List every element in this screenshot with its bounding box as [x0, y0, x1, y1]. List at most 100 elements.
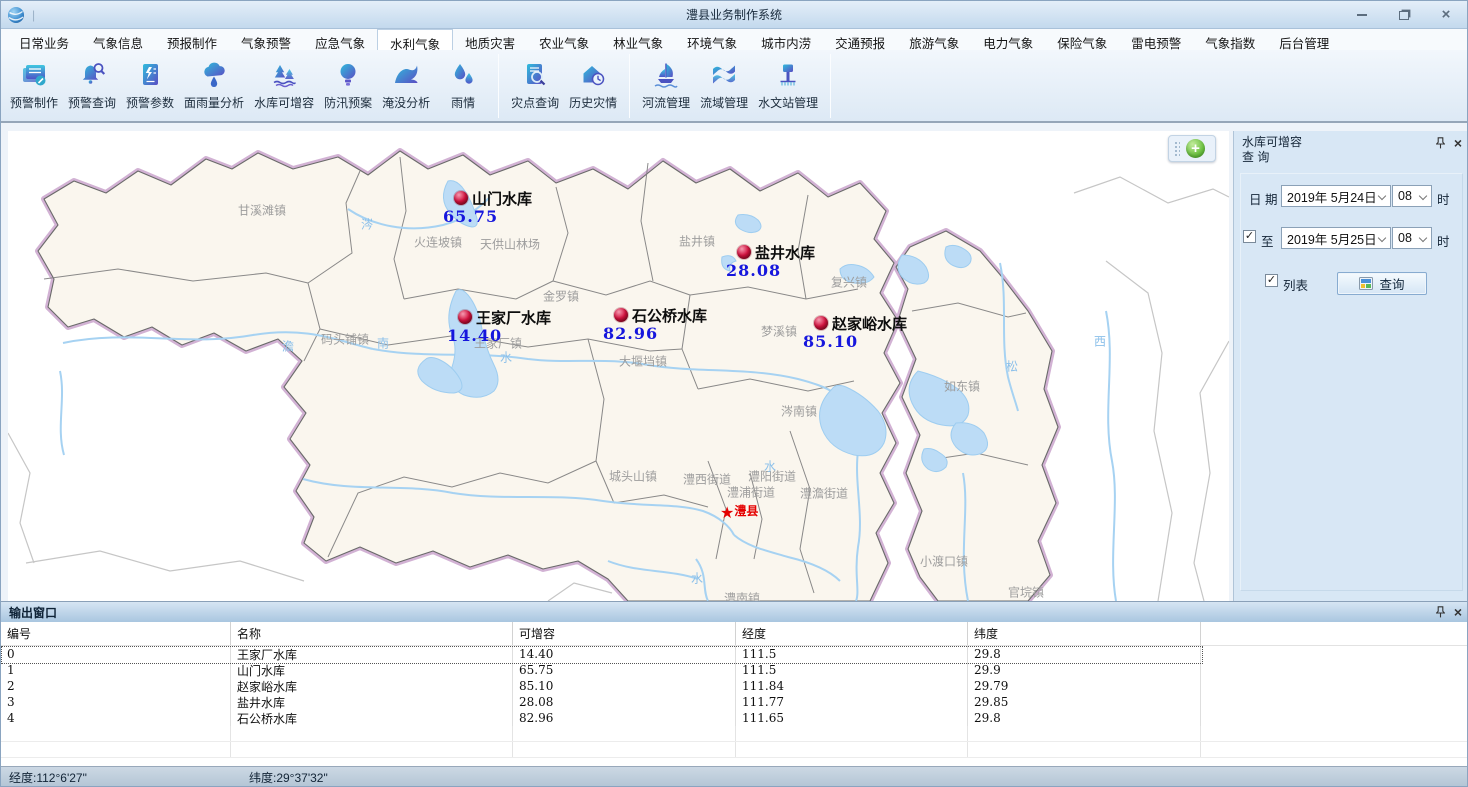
reservoir-dot-icon: [458, 310, 472, 324]
town-label: 火连坡镇: [414, 234, 462, 251]
minimize-button[interactable]: [1349, 5, 1375, 25]
cell-name: 山门水库: [231, 662, 513, 678]
restore-button[interactable]: [1391, 5, 1417, 25]
column-header[interactable]: 经度: [736, 622, 968, 645]
table-row[interactable]: 1 山门水库 65.75 111.5 29.9: [1, 662, 1468, 678]
cell-empty: [1201, 662, 1468, 678]
toolbar-history-disaster[interactable]: 历史灾情: [564, 53, 622, 119]
cell-empty: [1201, 694, 1468, 710]
map-canvas[interactable]: 甘溪滩镇 火连坡镇 天供山林场 金罗镇 盐井镇 复兴镇 码头铺镇 王家厂镇 大堰…: [8, 131, 1229, 601]
cell-name: 赵家峪水库: [231, 678, 513, 694]
column-header[interactable]: 编号: [1, 622, 231, 645]
panel-title-line2: 查 询: [1242, 150, 1461, 165]
column-header[interactable]: 可增容: [513, 622, 736, 645]
menu-item[interactable]: 气象指数: [1193, 29, 1267, 50]
table-row[interactable]: 2 赵家峪水库 85.10 111.84 29.79: [1, 678, 1468, 694]
toolbar-disaster-search[interactable]: 灾点查询: [506, 53, 564, 119]
hour-to-value: 08: [1398, 231, 1412, 245]
close-button[interactable]: ×: [1433, 5, 1459, 25]
toolbar-label: 灾点查询: [511, 94, 559, 111]
panel-close-icon[interactable]: ×: [1454, 136, 1462, 150]
cell-empty: [1201, 646, 1468, 662]
title-bar: | 澧县业务制作系统 ×: [1, 1, 1467, 29]
town-label: 甘溪滩镇: [238, 202, 286, 219]
cell-id: 1: [1, 662, 231, 678]
toolbar-hydro-station-manage[interactable]: 水文站管理: [753, 53, 823, 119]
zoom-in-button[interactable]: +: [1186, 139, 1205, 158]
cell-name: 王家厂水库: [231, 646, 513, 662]
menu-item[interactable]: 应急气象: [303, 29, 377, 50]
menu-item[interactable]: 后台管理: [1267, 29, 1341, 50]
menu-item[interactable]: 农业气象: [527, 29, 601, 50]
hour-from-dropdown[interactable]: 08: [1392, 185, 1432, 207]
output-close-icon[interactable]: ×: [1454, 605, 1462, 619]
menu-item[interactable]: 保险气象: [1045, 29, 1119, 50]
toolbar-separator: [629, 54, 630, 118]
menu-item[interactable]: 气象信息: [81, 29, 155, 50]
menu-item[interactable]: 城市内涝: [749, 29, 823, 50]
table-row[interactable]: 4 石公桥水库 82.96 111.65 29.8: [1, 710, 1468, 726]
menu-item[interactable]: 电力气象: [971, 29, 1045, 50]
reservoir-dot-icon: [454, 191, 468, 205]
menu-item[interactable]: 地质灾害: [453, 29, 527, 50]
menu-item[interactable]: 旅游气象: [897, 29, 971, 50]
toolbar-basin-manage[interactable]: 流域管理: [695, 53, 753, 119]
toolbar-reservoir-capacity[interactable]: 水库可增容: [249, 53, 319, 119]
toolbar-rain-info[interactable]: 雨情: [435, 53, 491, 119]
town-label: 盐井镇: [679, 233, 715, 250]
toolbar-alert-params[interactable]: 预警参数: [121, 53, 179, 119]
drag-grip-icon[interactable]: [1174, 141, 1180, 157]
pin-icon[interactable]: [1436, 606, 1445, 618]
hour-to-dropdown[interactable]: 08: [1392, 227, 1432, 249]
query-button[interactable]: 查询: [1337, 272, 1427, 295]
cell-longitude: 111.5: [736, 662, 968, 678]
table-row[interactable]: 3 盐井水库 28.08 111.77 29.85: [1, 694, 1468, 710]
cell-id: 4: [1, 710, 231, 726]
toolbar-alert-search[interactable]: 预警查询: [63, 53, 121, 119]
menu-item[interactable]: 雷电预警: [1119, 29, 1193, 50]
menu-item[interactable]: 环境气象: [675, 29, 749, 50]
to-label: 至: [1261, 231, 1274, 250]
toolbar-river-manage[interactable]: 河流管理: [637, 53, 695, 119]
to-checkbox[interactable]: ✓: [1243, 230, 1256, 243]
column-header[interactable]: 名称: [231, 622, 513, 645]
reservoir-capacity-value: 28.08: [726, 261, 781, 280]
cell-longitude: 111.65: [736, 710, 968, 726]
reservoir-trees-icon: [269, 60, 299, 90]
window-title: 澧县业务制作系统: [1, 6, 1467, 23]
menu-item[interactable]: 交通预报: [823, 29, 897, 50]
menu-item[interactable]: 林业气象: [601, 29, 675, 50]
cell-latitude: 29.79: [968, 678, 1201, 694]
toolbar-label: 流域管理: [700, 94, 748, 111]
output-window: 输出窗口 × 编号 名称 可增容 经度 纬度 0: [1, 601, 1468, 766]
rain-cloud-icon: [199, 60, 229, 90]
reservoir-name: 赵家峪水库: [832, 313, 907, 334]
list-checkbox[interactable]: ✓: [1265, 274, 1278, 287]
town-label: 如东镇: [944, 378, 980, 395]
town-label: 澧南镇: [724, 590, 760, 602]
toolbar-separator: [498, 54, 499, 118]
cell-capacity: 28.08: [513, 694, 736, 710]
menu-item[interactable]: 预报制作: [155, 29, 229, 50]
pin-icon[interactable]: [1436, 137, 1445, 149]
menu-item[interactable]: 日常业务: [7, 29, 81, 50]
town-label: 城头山镇: [609, 468, 657, 485]
column-header[interactable]: 纬度: [968, 622, 1201, 645]
date-from-dropdown[interactable]: 2019年 5月24日: [1281, 185, 1391, 207]
output-table: 编号 名称 可增容 经度 纬度 0 王家厂水库 14.40 111.5 29.8: [1, 622, 1468, 766]
toolbar-inundation[interactable]: 淹没分析: [377, 53, 435, 119]
menu-item[interactable]: 气象预警: [229, 29, 303, 50]
table-row[interactable]: 0 王家厂水库 14.40 111.5 29.8: [1, 646, 1468, 662]
town-label: 澧澹街道: [800, 485, 848, 502]
toolbar-alert-edit[interactable]: 预警制作: [5, 53, 63, 119]
toolbar-label: 历史灾情: [569, 94, 617, 111]
column-header-empty: [1201, 622, 1468, 645]
menu-item[interactable]: 水利气象: [377, 29, 453, 50]
toolbar-rain-analysis[interactable]: 面雨量分析: [179, 53, 249, 119]
alert-search-icon: [77, 60, 107, 90]
checkmark-icon: ✓: [1245, 231, 1254, 242]
toolbar-flood-plan[interactable]: 防汛预案: [319, 53, 377, 119]
date-to-dropdown[interactable]: 2019年 5月25日: [1281, 227, 1391, 249]
county-seat: ★澧县: [720, 502, 758, 523]
reservoir-name: 石公桥水库: [632, 305, 707, 326]
